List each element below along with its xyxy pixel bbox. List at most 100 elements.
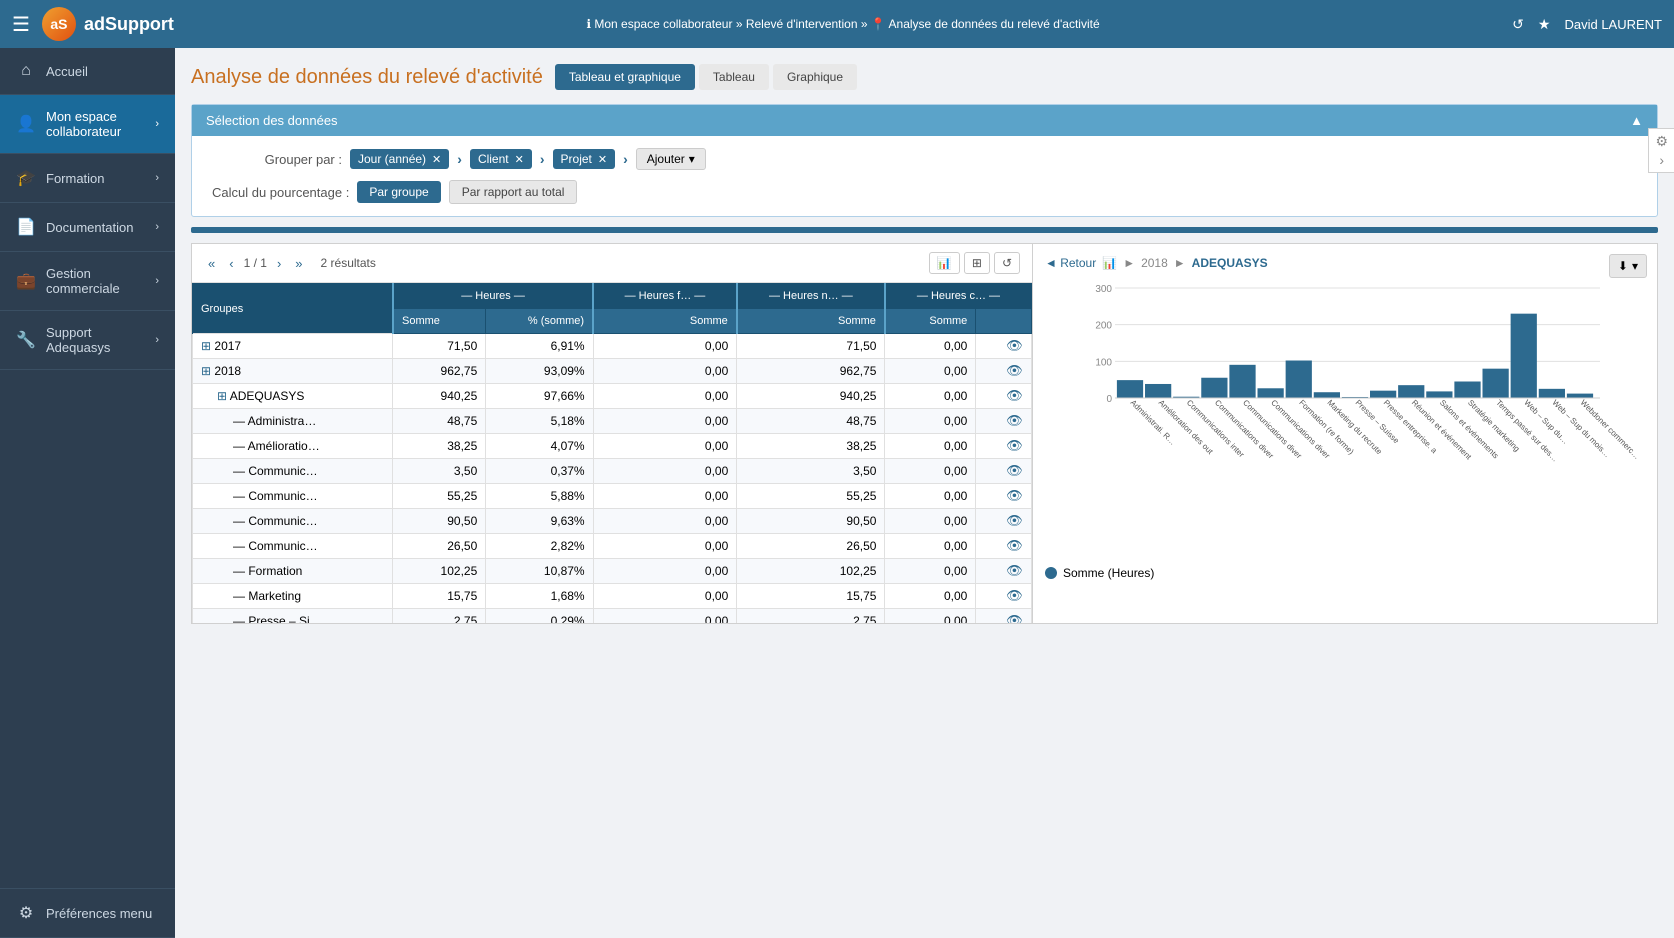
refresh-button[interactable]: ↺ <box>994 252 1020 274</box>
cell-v3: 0,00 <box>593 384 737 409</box>
chart-company[interactable]: ADEQUASYS <box>1192 256 1268 270</box>
tag-remove-icon[interactable]: ✕ <box>432 153 441 166</box>
cell-v4: 102,25 <box>737 559 885 584</box>
dash-icon: — <box>233 414 245 428</box>
sidebar-item-documentation[interactable]: 📄 Documentation › <box>0 203 175 252</box>
menu-icon[interactable]: ☰ <box>12 12 30 37</box>
cell-v4: 55,25 <box>737 484 885 509</box>
eye-button[interactable]: 👁 <box>1006 588 1023 604</box>
prev-page-button[interactable]: ‹ <box>225 254 237 273</box>
cell-v2: 5,18% <box>486 409 593 434</box>
eye-button[interactable]: 👁 <box>1006 363 1023 379</box>
group-name-cell: — Administra… <box>193 409 393 434</box>
pct-par-rapport[interactable]: Par rapport au total <box>449 180 578 204</box>
col-group-header-row: Groupes — Heures — — Heures f… — — Heure… <box>193 284 1032 309</box>
col-pct: % (somme) <box>486 309 593 334</box>
cell-v1: 962,75 <box>393 359 486 384</box>
arrow-separator: › <box>623 151 628 167</box>
tag-jour-annee[interactable]: Jour (année) ✕ <box>350 149 449 169</box>
cell-v5: 0,00 <box>885 534 976 559</box>
chart-download: ⬇ ▾ <box>1609 254 1647 278</box>
page-title: Analyse de données du relevé d'activité <box>191 66 543 89</box>
dash-icon: — <box>233 564 245 578</box>
cell-v3: 0,00 <box>593 409 737 434</box>
sidebar-item-gestion-commerciale[interactable]: 💼 Gestion commerciale › <box>0 252 175 311</box>
tag-remove-icon[interactable]: ✕ <box>598 153 607 166</box>
cell-v2: 1,68% <box>486 584 593 609</box>
add-grouper-button[interactable]: Ajouter ▾ <box>636 148 706 170</box>
eye-button[interactable]: 👁 <box>1006 538 1023 554</box>
cell-eye: 👁 <box>976 609 1032 624</box>
export-button[interactable]: 📊 <box>929 252 960 274</box>
table-scroll[interactable]: Groupes — Heures — — Heures f… — — Heure… <box>192 283 1032 623</box>
pct-par-groupe[interactable]: Par groupe <box>357 181 440 203</box>
dash-icon: — <box>233 439 245 453</box>
tag-projet[interactable]: Projet ✕ <box>553 149 616 169</box>
sidebar-item-support-adequasys[interactable]: 🔧 Support Adequasys › <box>0 311 175 370</box>
cell-eye: 👁 <box>976 434 1032 459</box>
eye-button[interactable]: 👁 <box>1006 438 1023 454</box>
chevron-down-icon: ▾ <box>1632 259 1638 273</box>
expand-icon[interactable]: ⊞ <box>201 339 211 353</box>
sidebar-item-accueil[interactable]: ⌂ Accueil <box>0 48 175 95</box>
collapse-right-button[interactable]: › <box>1655 152 1668 168</box>
sidebar-bottom: ⚙ Préférences menu <box>0 888 175 938</box>
result-count: 2 résultats <box>321 256 376 270</box>
group-name-cell: — Marketing <box>193 584 393 609</box>
expand-icon[interactable]: ⊞ <box>217 389 227 403</box>
sidebar-item-label: Documentation <box>46 220 145 235</box>
table-row: ⊞ 201771,506,91%0,0071,500,00👁 <box>193 334 1032 359</box>
cell-v3: 0,00 <box>593 434 737 459</box>
cell-eye: 👁 <box>976 384 1032 409</box>
svg-text:300: 300 <box>1095 284 1112 295</box>
tab-graphique[interactable]: Graphique <box>773 64 857 90</box>
col-group-heures: — Heures — <box>393 284 593 309</box>
svg-text:Stratégie marketing: Stratégie marketing <box>1466 398 1521 453</box>
arrow-separator: › <box>457 151 462 167</box>
history-icon[interactable]: ↺ <box>1512 16 1524 33</box>
eye-button[interactable]: 👁 <box>1006 488 1023 504</box>
tag-remove-icon[interactable]: ✕ <box>515 153 524 166</box>
selection-panel-body: Grouper par : Jour (année) ✕ › Client ✕ … <box>192 136 1657 216</box>
tag-client[interactable]: Client ✕ <box>470 149 532 169</box>
tab-tableau[interactable]: Tableau <box>699 64 769 90</box>
expand-icon[interactable]: ⊞ <box>201 364 211 378</box>
cell-v4: 940,25 <box>737 384 885 409</box>
last-page-button[interactable]: » <box>291 254 306 273</box>
tab-tableau-graphique[interactable]: Tableau et graphique <box>555 64 695 90</box>
cell-v3: 0,00 <box>593 559 737 584</box>
svg-text:100: 100 <box>1095 357 1112 368</box>
cell-v5: 0,00 <box>885 459 976 484</box>
chart-year[interactable]: 2018 <box>1141 256 1168 270</box>
cell-v4: 90,50 <box>737 509 885 534</box>
eye-button[interactable]: 👁 <box>1006 413 1023 429</box>
group-name-cell: — Formation <box>193 559 393 584</box>
eye-button[interactable]: 👁 <box>1006 563 1023 579</box>
chart-download-button[interactable]: ⬇ ▾ <box>1609 254 1647 278</box>
table-row: — Communic…3,500,37%0,003,500,00👁 <box>193 459 1032 484</box>
eye-button[interactable]: 👁 <box>1006 513 1023 529</box>
next-page-button[interactable]: › <box>273 254 285 273</box>
sidebar-preferences[interactable]: ⚙ Préférences menu <box>0 889 175 938</box>
cell-v1: 15,75 <box>393 584 486 609</box>
selection-panel: Sélection des données ▲ Grouper par : Jo… <box>191 104 1658 217</box>
collapse-icon[interactable]: ▲ <box>1630 113 1643 128</box>
sidebar-item-formation[interactable]: 🎓 Formation › <box>0 154 175 203</box>
first-page-button[interactable]: « <box>204 254 219 273</box>
cell-v5: 0,00 <box>885 509 976 534</box>
eye-button[interactable]: 👁 <box>1006 463 1023 479</box>
eye-button[interactable]: 👁 <box>1006 613 1023 623</box>
filter-icon-button[interactable]: ⚙ <box>1655 133 1668 150</box>
cell-v5: 0,00 <box>885 384 976 409</box>
star-icon[interactable]: ★ <box>1538 16 1551 33</box>
eye-button[interactable]: 👁 <box>1006 338 1023 354</box>
sidebar-item-mon-espace[interactable]: 👤 Mon espace collaborateur › <box>0 95 175 154</box>
breadcrumb-info-icon: ℹ <box>586 17 591 31</box>
chart-back-link[interactable]: ◄ Retour <box>1045 256 1096 270</box>
eye-button[interactable]: 👁 <box>1006 388 1023 404</box>
cell-v2: 10,87% <box>486 559 593 584</box>
sidebar-item-label: Gestion commerciale <box>46 266 145 296</box>
chart-svg: 0100200300Administrati. R…Amélioration d… <box>1045 278 1645 538</box>
columns-button[interactable]: ⊞ <box>964 252 990 274</box>
sidebar-item-label: Formation <box>46 171 145 186</box>
